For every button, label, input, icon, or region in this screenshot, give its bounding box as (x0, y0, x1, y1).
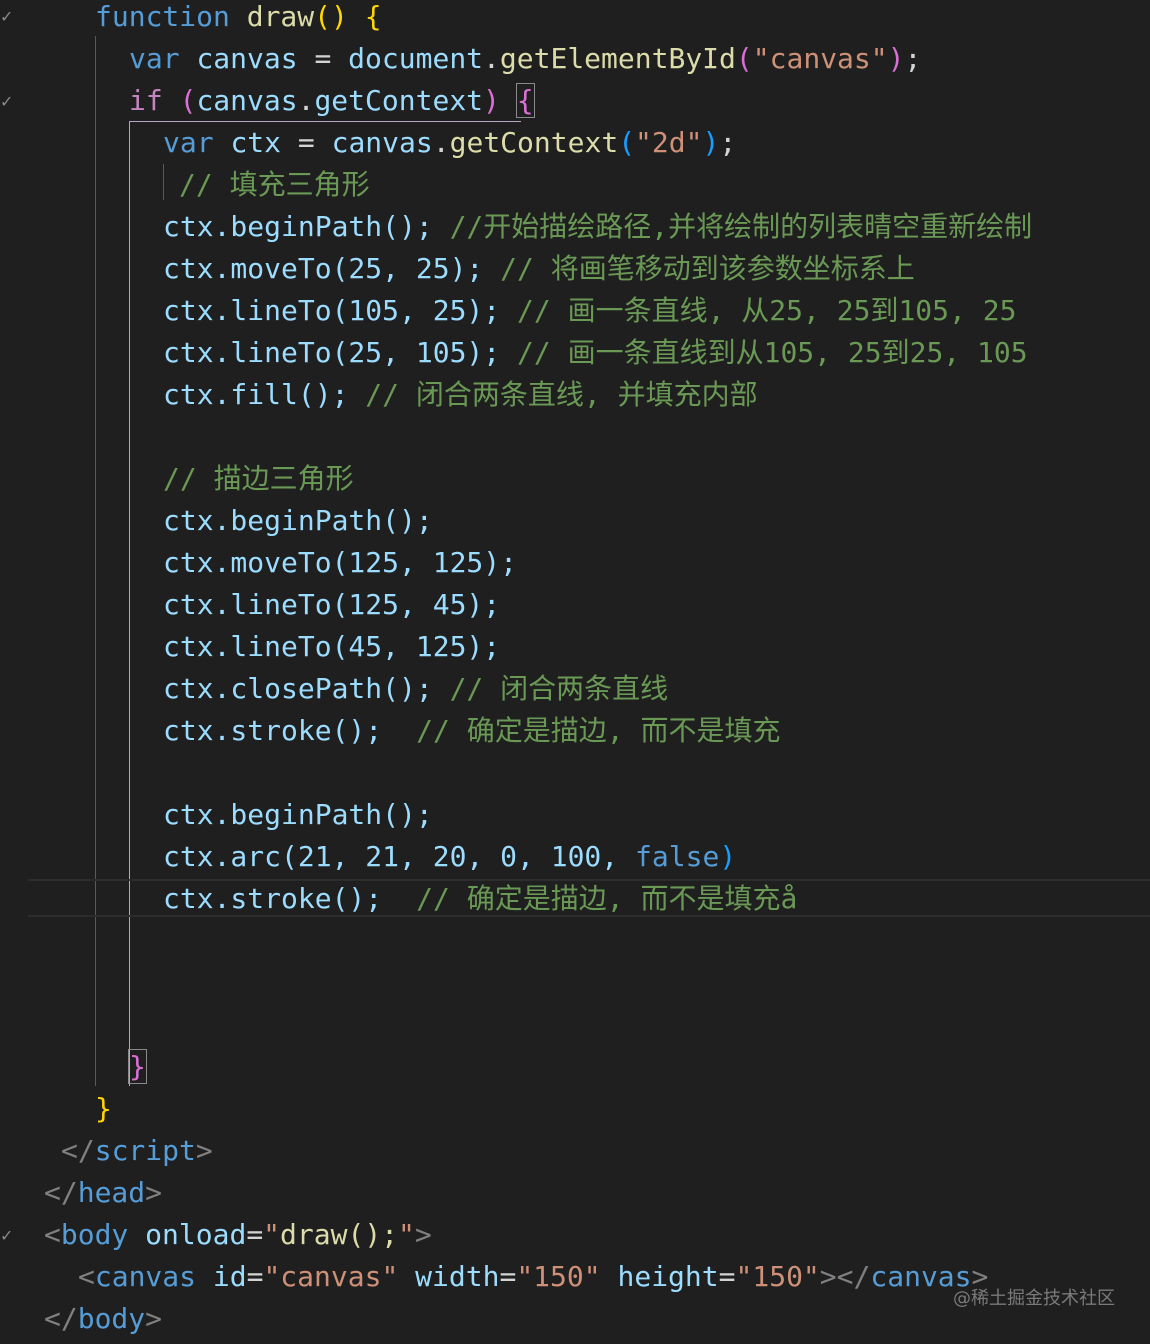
statement: ctx.lineTo(25, 105); (163, 336, 501, 369)
code-editor[interactable]: ✓ ✓ ✓ function draw() { var canvas = doc… (0, 0, 1150, 1344)
attribute: id (212, 1260, 247, 1293)
indent-guide-active (129, 122, 130, 1086)
gutter-check-icon[interactable]: ✓ (0, 9, 14, 25)
statement: ctx.arc(21, 21, 20, 0, 100, (163, 840, 636, 873)
code-line[interactable]: ctx.lineTo(25, 105); // 画一条直线到从105, 25到2… (163, 332, 1028, 374)
code-line[interactable]: </head> (44, 1172, 162, 1214)
method: getContext (449, 126, 619, 159)
comment-line[interactable]: // 描边三角形 (163, 458, 354, 500)
attribute: width (415, 1260, 500, 1293)
tag-name: head (77, 1176, 146, 1209)
comment: // 确定是描边, 而不是填充 (416, 714, 781, 747)
keyword: var (163, 126, 214, 159)
code-line[interactable]: ctx.arc(21, 21, 20, 0, 100, false) (163, 836, 736, 878)
code-line[interactable]: ctx.moveTo(25, 25); // 将画笔移动到该参数坐标系上 (163, 248, 915, 290)
object: canvas (331, 126, 433, 159)
attribute: height (617, 1260, 719, 1293)
operator: = (314, 42, 332, 75)
keyword: function (95, 0, 230, 33)
comment-line[interactable]: // 填充三角形 (179, 164, 370, 206)
code-line[interactable]: ctx.beginPath(); //开始描绘路径,并将绘制的列表晴空重新绘制 (163, 206, 1032, 248)
attribute-value: "150" (516, 1260, 601, 1293)
statement: ctx.stroke(); (163, 882, 383, 915)
paren: () (314, 0, 348, 33)
code-line[interactable]: ctx.lineTo(125, 45); (163, 584, 500, 626)
code-line[interactable]: } (128, 1046, 147, 1088)
statement: ctx.closePath(); (163, 672, 433, 705)
tag-name: script (94, 1134, 196, 1167)
statement: ctx.beginPath(); (163, 210, 433, 243)
gutter-check-icon[interactable]: ✓ (0, 1228, 14, 1244)
indent-guide (95, 36, 96, 1086)
code-line[interactable]: } (95, 1088, 112, 1130)
object: canvas (196, 84, 298, 117)
code-line[interactable]: </body> (44, 1298, 162, 1340)
statement: ctx.lineTo(105, 25); (163, 294, 501, 327)
comment: // 画一条直线, 从25, 25到105, 25 (517, 294, 1017, 327)
matched-bracket: } (128, 1049, 147, 1084)
statement: ctx.moveTo(25, 25); (163, 252, 484, 285)
code-line[interactable]: ctx.beginPath(); (163, 794, 433, 836)
code-line[interactable]: if (canvas.getContext) { (129, 80, 535, 122)
code-line[interactable]: ctx.lineTo(105, 25); // 画一条直线, 从25, 25到1… (163, 290, 1016, 332)
variable: ctx (230, 126, 282, 159)
string: "canvas" (752, 42, 888, 75)
string: "2d" (635, 126, 703, 159)
comment: // 闭合两条直线 (449, 672, 669, 705)
code-line[interactable]: <canvas id="canvas" width="150" height="… (78, 1256, 988, 1298)
attribute-value: "150" (735, 1260, 820, 1293)
gutter-check-icon[interactable]: ✓ (0, 94, 14, 110)
code-line[interactable]: <body onload="draw();"> (44, 1214, 432, 1256)
keyword: var (129, 42, 180, 75)
comment: // 画一条直线到从105, 25到25, 105 (517, 336, 1028, 369)
tag-name: canvas (94, 1260, 197, 1293)
code-line[interactable]: ctx.moveTo(125, 125); (163, 542, 517, 584)
function-name: draw (246, 0, 315, 33)
object: document (348, 42, 484, 75)
comment: //开始描绘路径,并将绘制的列表晴空重新绘制 (449, 210, 1033, 243)
code-line[interactable]: function draw() { (95, 0, 382, 38)
boolean: false (635, 840, 720, 873)
attribute: onload (145, 1218, 247, 1251)
comment: // 确定是描边, 而不是填充å (416, 882, 798, 915)
code-line-current[interactable]: ctx.stroke(); // 确定是描边, 而不是填充å (163, 878, 797, 920)
statement: ctx.fill(); (163, 378, 349, 411)
code-line[interactable]: </script> (61, 1130, 213, 1172)
attribute-value: draw(); (280, 1218, 399, 1251)
code-line[interactable]: ctx.fill(); // 闭合两条直线, 并填充内部 (163, 374, 758, 416)
code-line[interactable]: ctx.closePath(); // 闭合两条直线 (163, 668, 668, 710)
comment: // 闭合两条直线, 并填充内部 (365, 378, 758, 411)
indent-guide (163, 164, 164, 200)
method: getElementById (499, 42, 736, 75)
tag-name: body (60, 1218, 129, 1251)
property: getContext (314, 84, 484, 117)
variable: canvas (196, 42, 298, 75)
tag-name: body (77, 1302, 146, 1335)
watermark: @稀土掘金技术社区 (953, 1288, 1115, 1309)
comment: // 将画笔移动到该参数坐标系上 (500, 252, 915, 285)
code-line[interactable]: ctx.stroke(); // 确定是描边, 而不是填充 (163, 710, 780, 752)
code-line[interactable]: ctx.lineTo(45, 125); (163, 626, 500, 668)
code-line[interactable]: var canvas = document.getElementById("ca… (129, 38, 921, 80)
code-line[interactable]: var ctx = canvas.getContext("2d"); (163, 122, 736, 164)
matched-bracket: { (515, 83, 535, 118)
code-line[interactable]: ctx.beginPath(); (163, 500, 433, 542)
brace: { (364, 0, 382, 33)
statement: ctx.stroke(); (163, 714, 383, 747)
keyword: if (129, 84, 163, 117)
attribute-value: "canvas" (263, 1260, 399, 1293)
